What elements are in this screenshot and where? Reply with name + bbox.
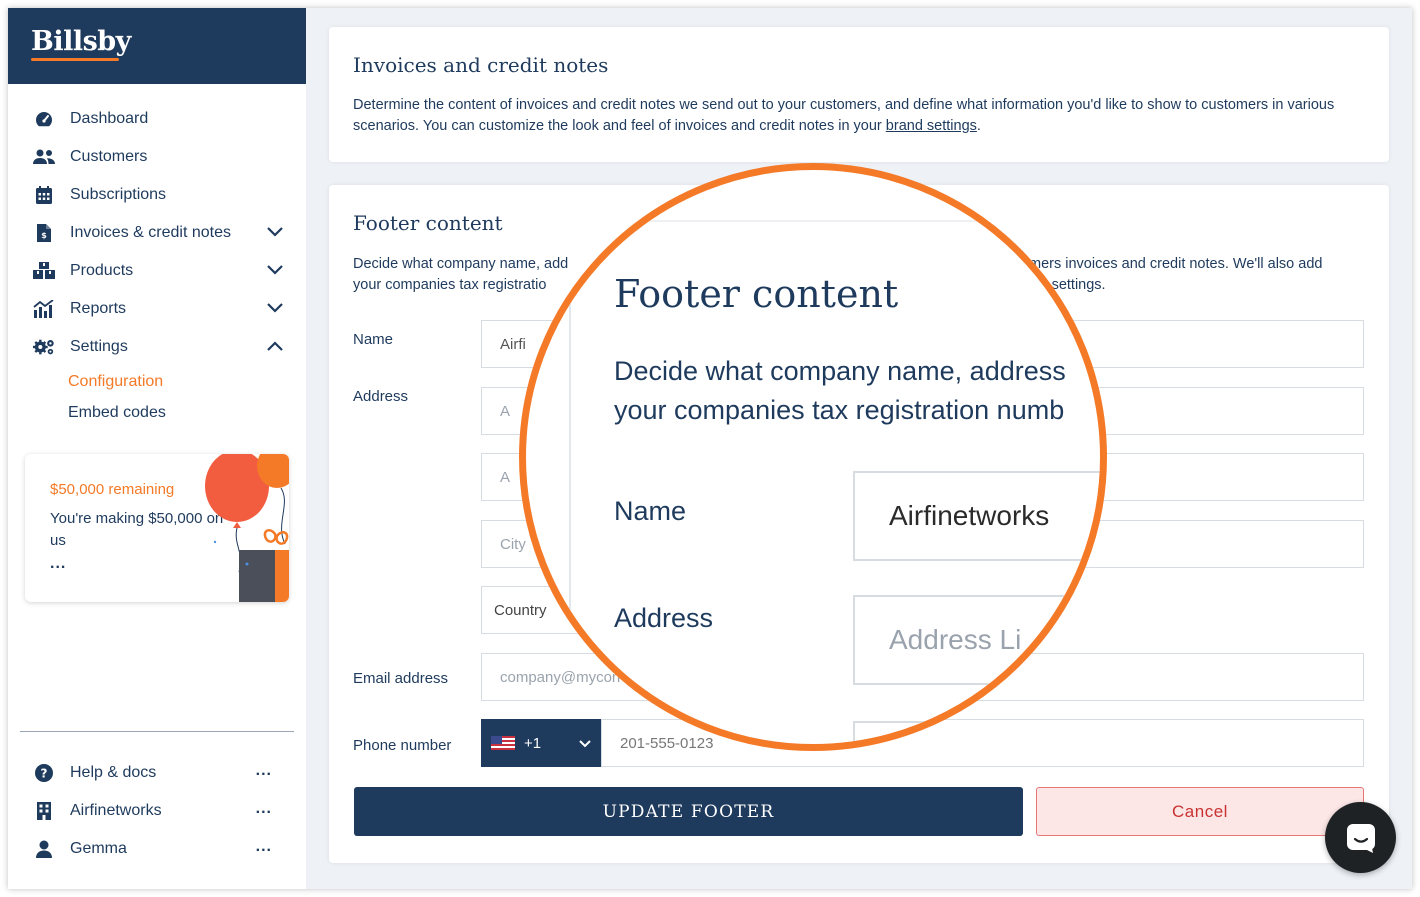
sidebar-item-label: Invoices & credit notes [70, 224, 231, 241]
balloons-gift-illustration [205, 454, 289, 602]
sidebar-bottom-nav: ? Help & docs ... Airfinetworks ... Gemm… [8, 754, 306, 868]
settings-gears-icon [33, 337, 55, 357]
more-options-icon[interactable]: ... [256, 800, 272, 818]
sidebar-subitem-configuration[interactable]: Configuration [8, 366, 306, 397]
sidebar: Billsby Dashboard Customers Subscription… [8, 8, 306, 889]
dashboard-gauge-icon [33, 109, 55, 129]
sidebar-item-label: Reports [70, 300, 127, 317]
calendar-icon [33, 185, 55, 205]
sidebar-divider [20, 731, 294, 732]
card-title: Invoices and credit notes [353, 53, 609, 77]
name-label: Name [353, 331, 394, 348]
sidebar-item-company[interactable]: Airfinetworks ... [8, 792, 306, 830]
sidebar-item-dashboard[interactable]: Dashboard [8, 100, 306, 138]
more-options-icon[interactable]: ... [256, 838, 272, 856]
products-boxes-icon [33, 261, 55, 281]
sidebar-item-label: Airfinetworks [70, 802, 162, 819]
chevron-up-icon[interactable] [266, 339, 284, 357]
sidebar-item-subscriptions[interactable]: Subscriptions [8, 176, 306, 214]
logo-bar: Billsby [8, 8, 306, 84]
app-window: Billsby Dashboard Customers Subscription… [8, 8, 1412, 889]
company-building-icon [33, 801, 55, 821]
sidebar-item-label: Settings [70, 338, 128, 355]
billsby-logo[interactable]: Billsby [31, 26, 131, 57]
magnifier-content: Footer content Decide what company name,… [526, 170, 1100, 744]
promo-card[interactable]: $50,000 remaining You're making $50,000 … [25, 454, 289, 602]
sidebar-item-label: Subscriptions [70, 186, 167, 203]
chevron-down-icon[interactable] [266, 263, 284, 281]
chat-launcher-button[interactable] [1325, 802, 1396, 873]
phone-label: Phone number [353, 737, 452, 754]
magnified-card-top-edge [571, 220, 1100, 222]
svg-text:?: ? [41, 767, 48, 781]
magnified-title: Footer content [614, 272, 899, 316]
sidebar-item-label: Customers [70, 148, 148, 165]
sidebar-item-invoices[interactable]: $ Invoices & credit notes [8, 214, 306, 252]
card-title: Footer content [353, 211, 503, 235]
sidebar-item-help-docs[interactable]: ? Help & docs ... [8, 754, 306, 792]
customers-users-icon [33, 147, 55, 167]
magnified-card-edge [569, 222, 571, 744]
chat-bubble-icon [1346, 823, 1375, 853]
promo-more: ... [50, 555, 67, 572]
magnified-address-label: Address [614, 603, 714, 633]
card-description: Determine the content of invoices and cr… [353, 97, 1335, 134]
sidebar-item-reports[interactable]: Reports [8, 290, 306, 328]
sidebar-item-label: Products [70, 262, 134, 279]
sidebar-item-label: Help & docs [70, 764, 157, 781]
sidebar-subitem-embed-codes[interactable]: Embed codes [8, 397, 306, 428]
address-label: Address [353, 388, 409, 405]
us-flag-icon [491, 736, 515, 750]
promo-title: $50,000 remaining [50, 481, 175, 498]
cancel-button[interactable]: Cancel [1036, 787, 1364, 836]
user-person-icon [33, 839, 55, 859]
sidebar-item-customers[interactable]: Customers [8, 138, 306, 176]
sidebar-item-products[interactable]: Products [8, 252, 306, 290]
invoice-file-icon: $ [33, 223, 55, 243]
magnified-address-input: Address Li [853, 595, 1100, 685]
email-label: Email address [353, 670, 449, 687]
sidebar-item-label: Gemma [70, 840, 127, 857]
sidebar-item-label: Dashboard [70, 110, 149, 127]
magnified-description: Decide what company name, address your co… [614, 356, 1066, 425]
magnified-name-label: Name [614, 496, 687, 526]
help-question-icon: ? [33, 763, 55, 783]
invoices-settings-card: Invoices and credit notes Determine the … [329, 27, 1389, 162]
sidebar-nav: Dashboard Customers Subscriptions $ Invo… [8, 100, 306, 428]
sidebar-item-settings[interactable]: Settings [8, 328, 306, 366]
sidebar-item-user[interactable]: Gemma ... [8, 830, 306, 868]
chevron-down-icon[interactable] [266, 225, 284, 243]
svg-text:$: $ [41, 231, 47, 240]
magnifier-callout: Footer content Decide what company name,… [519, 163, 1107, 751]
brand-settings-link[interactable]: brand settings [886, 118, 977, 134]
magnified-name-input: Airfinetworks [853, 471, 1100, 561]
more-options-icon[interactable]: ... [256, 762, 272, 780]
reports-chart-icon [33, 299, 55, 319]
chevron-down-icon[interactable] [266, 301, 284, 319]
update-footer-button[interactable]: UPDATE FOOTER [354, 787, 1023, 836]
logo-underline [31, 58, 119, 61]
